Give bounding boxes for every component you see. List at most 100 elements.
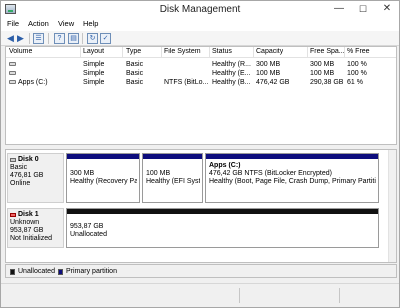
column-header-percent-free[interactable]: % Free: [347, 48, 370, 58]
legend-unallocated: Unallocated: [10, 267, 55, 276]
partition-size: 300 MB: [70, 170, 95, 177]
column-header-free-space[interactable]: Free Spa...: [310, 48, 344, 58]
partition-unallocated[interactable]: 953,87 GB Unallocated: [66, 208, 379, 248]
partition-status: Healthy (Recovery Part: [70, 178, 137, 185]
primary-partition-swatch: [58, 268, 63, 275]
partition-size: 100 MB: [146, 170, 171, 177]
layout-cell: Simple: [83, 70, 105, 77]
volume-cell: [9, 69, 18, 78]
percent-free-cell: 100 %: [347, 70, 367, 77]
partition-apps-c[interactable]: Apps (C:) 476,42 GB NTFS (BitLocker Encr…: [205, 153, 379, 203]
status-divider: [339, 288, 340, 303]
menu-bar: File Action View Help: [1, 18, 399, 31]
capacity-cell: 100 MB: [256, 70, 281, 77]
column-header-status[interactable]: Status: [212, 48, 232, 58]
properties-icon[interactable]: ▤: [68, 33, 79, 44]
refresh-icon[interactable]: ↻: [87, 33, 98, 44]
column-header-volume[interactable]: Volume: [9, 48, 32, 58]
type-cell: Basic: [126, 61, 144, 68]
drive-icon: [9, 71, 16, 76]
column-divider: [161, 47, 162, 58]
column-divider: [253, 47, 254, 58]
legend-primary-partition: Primary partition: [58, 267, 117, 276]
percent-free-cell: 100 %: [347, 61, 367, 68]
legend-label: Primary partition: [66, 268, 117, 275]
partition-unallocated-text: 953,87 GB Unallocated: [70, 223, 376, 239]
menu-help[interactable]: Help: [83, 19, 98, 28]
disk-0-name-text: Disk 0: [18, 156, 39, 163]
toolbar-separator: [29, 33, 30, 44]
column-divider: [344, 47, 345, 58]
column-header-capacity[interactable]: Capacity: [256, 48, 283, 58]
forward-icon[interactable]: ▶: [15, 33, 26, 44]
column-header-file-system[interactable]: File System: [164, 48, 201, 58]
partition-status: Unallocated: [70, 231, 107, 238]
column-divider: [209, 47, 210, 58]
file-system-cell: [164, 69, 208, 78]
drive-icon: [9, 80, 16, 85]
status-divider: [239, 288, 240, 303]
column-divider: [80, 47, 81, 58]
toolbar: ◀ ▶ ☰ ? ▤ ↻ ✓: [1, 31, 399, 46]
drive-icon: [9, 62, 16, 67]
type-cell: Basic: [126, 70, 144, 77]
file-system-cell: NTFS (BitLo...: [164, 79, 208, 86]
disk-map-scrollbar[interactable]: [388, 150, 396, 262]
disk-management-window: Disk Management — ☐ ✕ File Action View H…: [0, 0, 400, 308]
partition-apps-c-text: Apps (C:) 476,42 GB NTFS (BitLocker Encr…: [209, 162, 376, 186]
partition-efi-text: 100 MB Healthy (EFI Syste: [146, 170, 200, 186]
column-header-layout[interactable]: Layout: [83, 48, 104, 58]
table-row[interactable]: Simple Basic Healthy (R... 300 MB 300 MB…: [6, 60, 396, 69]
disk-0-name: Disk 0: [10, 156, 61, 164]
layout-cell: Simple: [83, 61, 105, 68]
unallocated-swatch: [10, 268, 15, 275]
help-icon[interactable]: ?: [54, 33, 65, 44]
column-divider: [122, 47, 123, 58]
partition-status: Healthy (EFI Syste: [146, 178, 200, 185]
partition-efi[interactable]: 100 MB Healthy (EFI Syste: [142, 153, 203, 203]
disk-list-icon[interactable]: ☰: [33, 33, 44, 44]
disk-0-label[interactable]: Disk 0 Basic 476,81 GB Online: [7, 153, 64, 203]
disk-0-status: Online: [10, 180, 31, 187]
maximize-button[interactable]: ☐: [351, 1, 375, 17]
disk-1-status: Not Initialized: [10, 235, 53, 242]
menu-view[interactable]: View: [58, 19, 74, 28]
title-bar: Disk Management — ☐ ✕: [1, 1, 399, 18]
percent-free-cell: 61 %: [347, 79, 363, 86]
close-button[interactable]: ✕: [375, 1, 399, 17]
free-space-cell: 100 MB: [310, 70, 335, 77]
disk-0-size: 476,81 GB: [10, 172, 44, 179]
menu-action[interactable]: Action: [28, 19, 49, 28]
disk-1-name-text: Disk 1: [18, 211, 39, 218]
primary-partition-bar: [206, 154, 378, 159]
disk-1-name: Disk 1: [10, 211, 61, 219]
partition-status: Healthy (Boot, Page File, Crash Dump, Pr…: [209, 178, 376, 185]
capacity-cell: 300 MB: [256, 61, 281, 68]
file-system-cell: [164, 60, 208, 69]
status-bar: [1, 283, 399, 307]
disk-0-type: Basic: [10, 164, 28, 171]
disk-1-size: 953,87 GB: [10, 227, 44, 234]
table-row[interactable]: Simple Basic Healthy (E... 100 MB 100 MB…: [6, 69, 396, 78]
disk-1-type: Unknown: [10, 219, 40, 226]
volume-table-header: Volume Layout Type File System Status Ca…: [6, 47, 396, 58]
disk-0-row: Disk 0 Basic 476,81 GB Online 300 MB Hea…: [7, 153, 388, 203]
menu-file[interactable]: File: [7, 19, 19, 28]
disk-1-row: Disk 1 Unknown 953,87 GB Not Initialized…: [7, 208, 388, 248]
disk-1-label[interactable]: Disk 1 Unknown 953,87 GB Not Initialized: [7, 208, 64, 248]
legend: Unallocated Primary partition: [5, 264, 397, 278]
primary-partition-bar: [67, 154, 139, 159]
partition-recovery[interactable]: 300 MB Healthy (Recovery Part: [66, 153, 140, 203]
status-cell: Healthy (B...: [212, 79, 251, 86]
column-header-type[interactable]: Type: [126, 48, 141, 58]
minimize-button[interactable]: —: [327, 1, 351, 17]
rescan-icon[interactable]: ✓: [100, 33, 111, 44]
status-cell: Healthy (E...: [212, 70, 251, 77]
volume-list: Volume Layout Type File System Status Ca…: [5, 46, 397, 145]
partition-size: 476,42 GB NTFS (BitLocker Encrypted): [209, 170, 332, 177]
free-space-cell: 290,38 GB: [310, 79, 344, 86]
free-space-cell: 300 MB: [310, 61, 335, 68]
table-row[interactable]: Apps (C:) Simple Basic NTFS (BitLo... He…: [6, 78, 396, 87]
disk-icon: [10, 158, 16, 162]
toolbar-separator: [82, 33, 83, 44]
